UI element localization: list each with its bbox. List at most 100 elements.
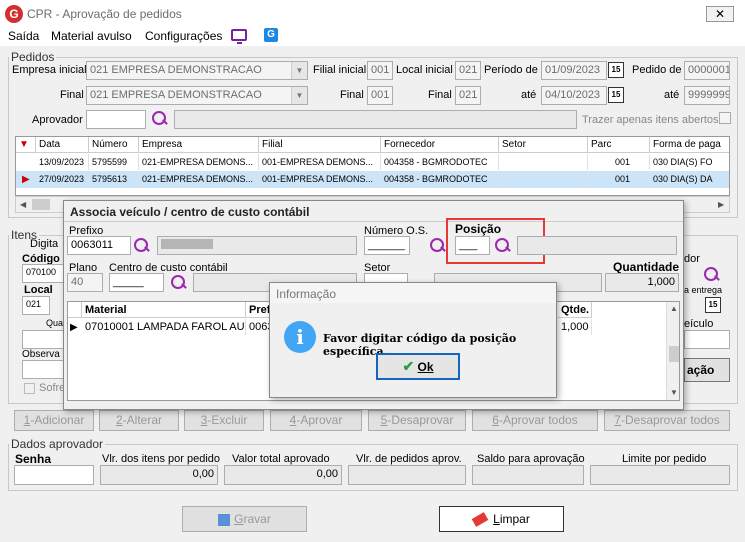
chevron-down-icon[interactable]: ▼	[291, 62, 307, 79]
observacao-field[interactable]	[22, 360, 64, 379]
adicionar-button[interactable]: 1-Adicionar	[14, 410, 94, 431]
veiculo-field[interactable]	[684, 330, 730, 349]
quantidade-item-field[interactable]	[22, 330, 64, 349]
prefixo-field[interactable]: 0063011	[67, 236, 131, 255]
gravar-button[interactable]: Gravar	[182, 506, 307, 532]
quantidade-label: Quantidade	[613, 260, 680, 274]
col-header-data[interactable]: Data	[36, 137, 89, 153]
alterar-button[interactable]: 2-Alterar	[99, 410, 179, 431]
posicao-field[interactable]: ___	[455, 236, 490, 255]
periodo-de-field[interactable]: 01/09/2023	[541, 61, 607, 80]
plano-field[interactable]: 40	[67, 273, 103, 292]
local-label: Local	[24, 284, 53, 296]
empresa-inicial-select[interactable]: 021 EMPRESA DEMONSTRACAO	[86, 61, 308, 80]
codigo-field[interactable]: 070100	[22, 264, 64, 283]
divider	[64, 221, 683, 222]
table-cell: 07010001 LAMPADA FAROL AUT	[82, 319, 246, 335]
trazer-itens-checkbox[interactable]	[719, 112, 731, 124]
quantidade-field[interactable]: 1,000	[605, 273, 679, 292]
close-button[interactable]: ✕	[706, 6, 734, 22]
search-icon[interactable]	[152, 111, 168, 127]
table-cell: 1,000	[558, 319, 592, 335]
scroll-right-icon[interactable]: ▶	[718, 200, 724, 209]
ok-button[interactable]: ✔ Ok	[376, 353, 460, 380]
col-header-qtde[interactable]: Qtde.	[558, 302, 592, 318]
col-header-filial[interactable]: Filial	[259, 137, 381, 153]
col-header-forma-pagamento[interactable]: Forma de paga	[650, 137, 729, 153]
row-pointer-icon: ▶	[70, 322, 78, 333]
observacao-label: Observa	[22, 349, 60, 360]
col-header-fornecedor[interactable]: Fornecedor	[381, 137, 499, 153]
menu-configuracoes[interactable]: Configurações	[145, 29, 222, 43]
desaprovar-todos-button[interactable]: 7-Desaprovar todos	[604, 410, 730, 431]
local-final-field[interactable]: 021	[455, 86, 481, 105]
search-icon[interactable]	[171, 275, 187, 291]
monitor-icon[interactable]	[231, 29, 247, 44]
table-row-selected[interactable]: ▶ 27/09/2023 5795613 021-EMPRESA DEMONS.…	[16, 171, 729, 188]
table-row[interactable]: 13/09/2023 5795599 021-EMPRESA DEMONS...…	[16, 154, 729, 171]
periodo-de-label: Período de	[484, 64, 538, 76]
associa-dialog-title: Associa veículo / centro de custo contáb…	[70, 205, 310, 219]
material-vertical-scrollbar[interactable]: ▲ ▼	[666, 302, 679, 400]
search-icon[interactable]	[495, 238, 511, 254]
prefixo-desc-field	[157, 236, 357, 255]
table-cell: 004358 - BGMRODOTEC	[381, 171, 499, 187]
sort-arrow-icon[interactable]: ▼	[16, 137, 36, 153]
local-field[interactable]: 021	[22, 296, 50, 315]
table-cell: 5795613	[89, 171, 139, 187]
aprovar-todos-button[interactable]: 6-Aprovar todos	[472, 410, 598, 431]
scroll-up-icon[interactable]: ▲	[670, 304, 678, 313]
filial-final-field[interactable]: 001	[367, 86, 393, 105]
menu-material-avulso[interactable]: Material avulso	[51, 29, 132, 43]
periodo-ate-field[interactable]: 04/10/2023	[541, 86, 607, 105]
sofre-checkbox[interactable]	[24, 383, 35, 394]
col-header-material[interactable]: Material	[82, 302, 246, 318]
scroll-thumb[interactable]	[669, 346, 679, 362]
digita-label: Digita	[30, 238, 59, 250]
table-cell: 27/09/2023	[36, 171, 89, 187]
col-header-parc[interactable]: Parc	[588, 137, 650, 153]
scroll-down-icon[interactable]: ▼	[670, 388, 678, 397]
search-icon[interactable]	[430, 238, 446, 254]
filial-inicial-field[interactable]: 001	[367, 61, 393, 80]
excluir-button[interactable]: 3-Excluir	[184, 410, 264, 431]
col-header-empresa[interactable]: Empresa	[139, 137, 259, 153]
row-pointer-icon: ▶	[22, 174, 30, 185]
local-inicial-field[interactable]: 021	[455, 61, 481, 80]
search-icon[interactable]	[704, 267, 720, 283]
calendar-icon[interactable]: 15	[608, 62, 624, 78]
pedido-de-field[interactable]: 0000001	[684, 61, 730, 80]
desaprovar-button[interactable]: 5-Desaprovar	[368, 410, 466, 431]
empresa-final-select[interactable]: 021 EMPRESA DEMONSTRACAO	[86, 86, 308, 105]
menu-saida[interactable]: Saída	[8, 29, 39, 43]
associacao-button[interactable]: ação	[684, 358, 730, 382]
limite-label: Limite por pedido	[622, 453, 707, 465]
calendar-icon[interactable]: 15	[705, 297, 721, 313]
numero-os-field[interactable]: ______	[364, 236, 410, 255]
right-label-veiculo: eículo	[684, 318, 714, 330]
aprovador-field[interactable]	[86, 110, 146, 129]
centro-custo-field[interactable]: _____	[109, 273, 164, 292]
vlr-itens-field: 0,00	[100, 465, 218, 485]
window-title: CPR - Aprovação de pedidos	[27, 7, 182, 21]
pedido-ate-field[interactable]: 9999999	[684, 86, 730, 105]
checkmark-icon: ✔	[402, 358, 415, 374]
senha-field[interactable]	[14, 465, 94, 485]
search-icon[interactable]	[134, 238, 150, 254]
calendar-icon[interactable]: 15	[608, 87, 624, 103]
aprovador-name-field	[174, 110, 577, 129]
senha-label: Senha	[15, 452, 52, 466]
scroll-left-icon[interactable]: ◀	[20, 200, 26, 209]
col-header-setor[interactable]: Setor	[499, 137, 588, 153]
table-cell: 5795599	[89, 154, 139, 170]
table-cell: 030 DIA(S) FO	[650, 154, 729, 170]
info-dialog-title: Informação	[270, 283, 556, 303]
chevron-down-icon[interactable]: ▼	[291, 87, 307, 104]
limpar-button[interactable]: Limpar	[439, 506, 564, 532]
scroll-thumb[interactable]	[32, 199, 50, 210]
col-header-numero[interactable]: Número	[89, 137, 139, 153]
right-label-entrega: a entrega	[684, 285, 723, 295]
app-shortcut-icon[interactable]: G	[264, 28, 278, 42]
aprovar-button[interactable]: 4-Aprovar	[270, 410, 362, 431]
table-cell: 001	[612, 154, 650, 170]
